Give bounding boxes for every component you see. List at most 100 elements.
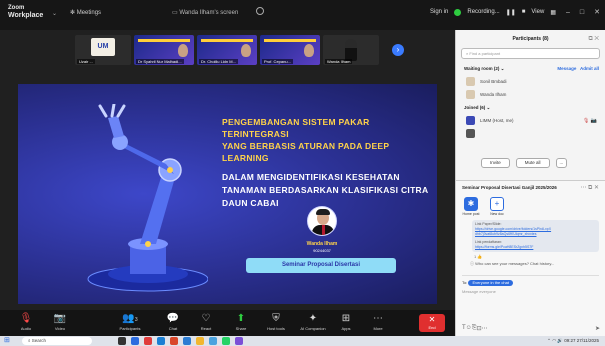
window-title-text: Wanda Ilham's screen — [179, 10, 239, 16]
chevron-right-icon[interactable]: › — [392, 44, 404, 56]
chat-message: Link Paper/Slide: https://drive.google.c… — [472, 220, 599, 252]
close-icon[interactable]: ✕ — [594, 36, 599, 42]
recording-status[interactable]: Recording... — [467, 9, 499, 15]
waiting-room-header[interactable]: Waiting room (2) ⌄ Message Admit all — [456, 59, 605, 75]
chevron-down-icon: ⌄ — [500, 66, 505, 71]
more-icon: ⋯ — [373, 313, 383, 324]
top-right-controls: Sign in Recording... ❚❚ ■ View ▦ – □ ✕ — [430, 8, 600, 16]
folder-icon[interactable] — [196, 337, 204, 345]
list-item[interactable]: Wanda Ilham — [456, 88, 605, 101]
title-bar: Zoom Workplace ⌄ ✻ Meetings ▭ Wanda Ilha… — [0, 0, 605, 30]
popout-icon[interactable]: ⧉ — [588, 36, 592, 42]
camera-off-icon: 📷 — [590, 117, 597, 124]
sign-in-button[interactable]: Sign in — [430, 9, 448, 15]
participants-actions: Invite Mute all ... — [481, 158, 568, 168]
people-icon: 👥3 — [122, 313, 138, 324]
share-button[interactable]: ⬆ Share — [221, 312, 261, 332]
chat-tabs: ✱ Home post + New doc — [456, 197, 605, 216]
participant-tile[interactable]: Dr Syahril Nur Malhadi... — [134, 35, 194, 65]
share-label: Share — [235, 326, 247, 331]
video-button[interactable]: 📷 Video — [40, 312, 80, 332]
message-link[interactable]: https://forms.gle/PcaH8ESrZgxh5S7F — [475, 245, 596, 250]
powerpoint-icon[interactable] — [170, 337, 178, 345]
participant-video — [345, 39, 357, 61]
participant-tile[interactable]: Prof. Cepanu... — [260, 35, 320, 65]
tab-new-doc[interactable]: + New doc — [488, 197, 506, 216]
window-title: ▭ Wanda Ilham's screen — [172, 9, 238, 16]
chevron-down-icon: ⌄ — [486, 105, 491, 110]
whatsapp-icon[interactable] — [222, 337, 230, 345]
send-icon[interactable]: ➤ — [595, 325, 600, 332]
close-icon[interactable]: ✕ — [594, 8, 600, 16]
more-button[interactable]: ⋯ More — [358, 312, 398, 332]
message-reactions[interactable]: 1 👍 — [474, 254, 605, 259]
participant-tile[interactable]: Wanda Ilham — [323, 35, 379, 65]
chat-info-text: Who can see your messages? Chat history.… — [475, 261, 555, 266]
joined-header[interactable]: Joined (6) ⌄ — [456, 101, 605, 114]
maximize-icon[interactable]: □ — [580, 9, 584, 16]
view-grid-icon[interactable]: ▦ — [550, 9, 556, 16]
popout-icon[interactable]: ⧉ — [588, 185, 592, 191]
participants-button[interactable]: 👥3 Participants — [110, 312, 150, 332]
list-item[interactable] — [456, 127, 605, 140]
telegram-icon[interactable] — [209, 337, 217, 345]
stop-icon[interactable]: ■ — [522, 9, 526, 15]
host-tools-button[interactable]: ⛨ Host tools — [256, 312, 296, 332]
slide-title-line: YANG BERBASIS ATURAN PADA DEEP LEARNING — [222, 141, 390, 163]
chevron-down-icon[interactable]: ⌄ — [52, 10, 57, 17]
security-shield-icon[interactable] — [256, 7, 264, 15]
taskbar-time: 09:27 — [564, 338, 576, 343]
tab-home-post[interactable]: ✱ Home post — [462, 197, 480, 216]
system-tray[interactable]: ⌃ ◠ 🔊 09:27 27/11/2025 — [547, 337, 599, 345]
message-text: Link Paper/Slide: — [475, 222, 502, 226]
participant-tile[interactable]: UM Uzair ... — [75, 35, 131, 65]
word-icon[interactable] — [183, 337, 191, 345]
chrome-icon[interactable] — [144, 337, 152, 345]
end-button[interactable]: ✕ End — [419, 314, 445, 332]
chat-info-line[interactable]: ⓘ Who can see your messages? Chat histor… — [470, 261, 599, 267]
share-icon: ⬆ — [236, 313, 246, 324]
close-icon[interactable]: ✕ — [594, 185, 599, 191]
waiting-room-actions: Message Admit all — [557, 66, 599, 71]
pause-icon[interactable]: ❚❚ — [506, 9, 516, 16]
more-options-button[interactable]: ... — [555, 158, 568, 168]
slide-subtitle-line: TANAMAN BERDASARKAN KLASIFIKASI CITRA — [222, 185, 429, 195]
file-explorer-icon[interactable] — [118, 337, 126, 345]
taskbar-search[interactable]: ⌕ Search — [22, 337, 92, 345]
participant-tile[interactable]: Dr. Cholilu Lidn M... — [197, 35, 257, 65]
info-icon: ⓘ — [470, 261, 474, 266]
participants-count: 3 — [134, 317, 138, 323]
joined-title: Joined (6) — [464, 105, 486, 110]
zoom-app-icon[interactable] — [131, 337, 139, 345]
admit-all-button[interactable]: Admit all — [580, 66, 599, 71]
message-input[interactable]: Message everyone — [456, 286, 605, 297]
participants-panel-header: Participants (8) ⧉ ✕ — [456, 30, 605, 48]
university-logo-icon: UM — [91, 38, 115, 56]
react-button[interactable]: ♡ React — [186, 312, 226, 332]
gear-icon: ✻ — [70, 10, 76, 16]
participant-search-input[interactable]: ⌕ Find a participant — [461, 48, 600, 59]
edge-icon[interactable] — [157, 337, 165, 345]
participant-name: Dr Syahril Nur Malhadi... — [136, 59, 184, 64]
participant-name: LIMM (Host, me) — [480, 118, 514, 123]
avatar — [466, 116, 475, 125]
message-button[interactable]: Message — [557, 66, 576, 71]
brand-line-2: Workplace — [8, 12, 44, 19]
plus-icon: + — [490, 197, 504, 211]
slide-thumbnail-bar — [201, 39, 253, 42]
meetings-label: Meetings — [76, 10, 102, 16]
search-placeholder: Find a participant — [469, 51, 501, 56]
invite-button[interactable]: Invite — [481, 158, 510, 168]
avatar — [466, 129, 475, 138]
list-item[interactable]: LIMM (Host, me) 🎙 📷 — [456, 114, 605, 127]
list-item[interactable]: Sonil Bmbadi — [456, 75, 605, 88]
windows-start-icon[interactable]: ⊞ — [4, 337, 11, 344]
more-icon[interactable]: ⋯ — [580, 185, 586, 191]
recipient-select[interactable]: Everyone in the chat — [468, 280, 513, 286]
minimize-icon[interactable]: – — [566, 9, 570, 16]
mute-all-button[interactable]: Mute all — [515, 158, 550, 168]
view-button[interactable]: View — [531, 9, 544, 15]
screen-share-icon: ▭ — [172, 10, 178, 16]
app-icon[interactable] — [235, 337, 243, 345]
meetings-menu[interactable]: ✻ Meetings — [70, 9, 101, 16]
